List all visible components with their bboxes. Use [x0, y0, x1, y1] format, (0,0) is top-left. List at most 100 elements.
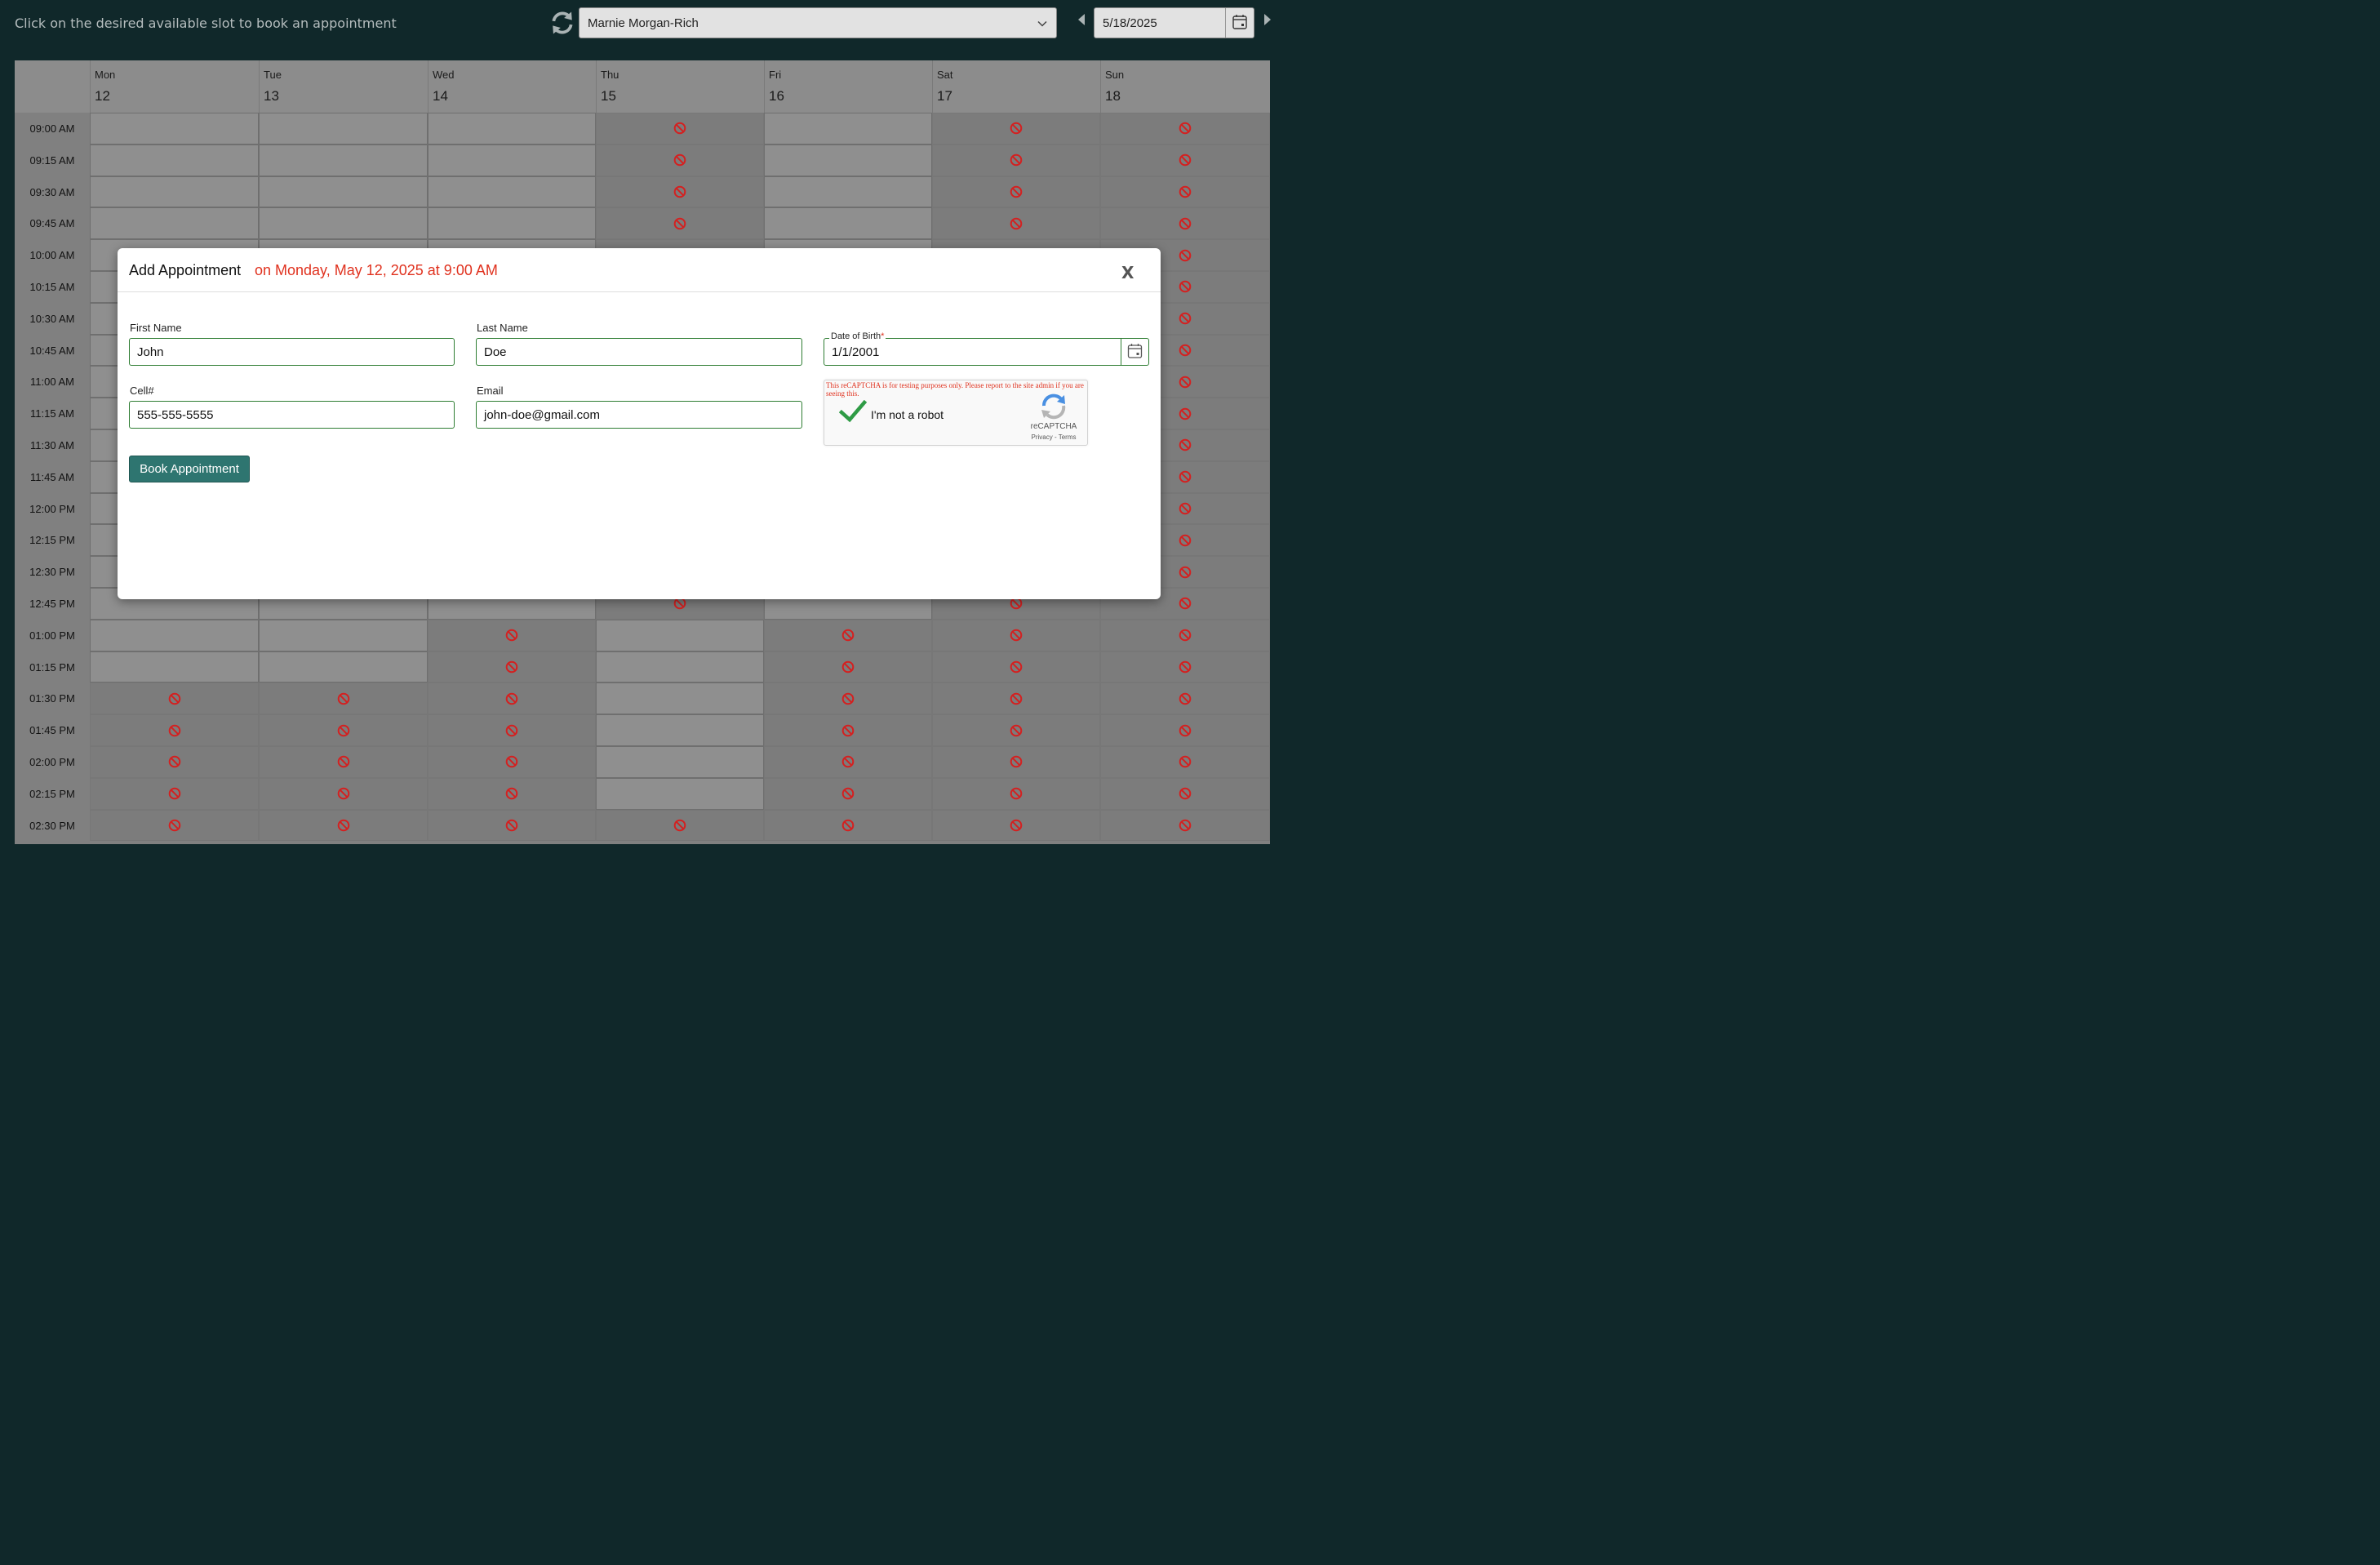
- no-entry-icon: [1010, 629, 1023, 642]
- checkmark-icon[interactable]: [839, 400, 867, 423]
- time-label: 10:15 AM: [29, 281, 75, 293]
- appointment-datetime: on Monday, May 12, 2025 at 9:00 AM: [255, 262, 498, 278]
- available-slot[interactable]: [90, 176, 259, 208]
- day-name: Wed: [433, 69, 455, 81]
- email-label: Email: [477, 385, 504, 397]
- no-entry-icon: [168, 724, 180, 736]
- unavailable-slot: [1100, 176, 1270, 208]
- available-slot[interactable]: [596, 746, 764, 778]
- no-entry-icon: [1179, 629, 1192, 642]
- available-slot[interactable]: [764, 207, 932, 240]
- available-slot[interactable]: [90, 651, 259, 683]
- recaptcha-privacy-terms-links[interactable]: Privacy - Terms: [1019, 433, 1089, 441]
- available-slot[interactable]: [259, 619, 428, 651]
- unavailable-slot: [932, 714, 1100, 746]
- first-name-label: First Name: [130, 322, 182, 334]
- available-slot[interactable]: [596, 682, 764, 715]
- unavailable-slot: [764, 746, 932, 778]
- no-entry-icon: [505, 724, 518, 736]
- time-label: 10:30 AM: [29, 312, 75, 325]
- no-entry-icon: [337, 724, 349, 736]
- available-slot[interactable]: [428, 144, 596, 176]
- unavailable-slot: [428, 714, 596, 746]
- available-slot[interactable]: [259, 144, 428, 176]
- email-input[interactable]: john-doe@gmail.com: [476, 401, 802, 429]
- day-header-wed: Wed 14: [428, 60, 596, 113]
- available-slot[interactable]: [596, 714, 764, 746]
- no-entry-icon: [1179, 344, 1192, 357]
- available-slot[interactable]: [428, 113, 596, 144]
- unavailable-slot: [428, 809, 596, 842]
- unavailable-slot: [259, 777, 428, 810]
- time-label: 11:45 AM: [30, 470, 74, 483]
- no-entry-icon: [673, 153, 686, 167]
- date-of-birth-input[interactable]: 1/1/2001: [824, 338, 1149, 366]
- available-slot[interactable]: [596, 777, 764, 810]
- available-slot[interactable]: [259, 176, 428, 208]
- time-label: 09:30 AM: [29, 185, 75, 198]
- available-slot[interactable]: [90, 207, 259, 240]
- previous-week-arrow-icon[interactable]: [1076, 12, 1087, 27]
- provider-select[interactable]: Marnie Morgan-Rich: [579, 7, 1057, 38]
- no-entry-icon: [841, 692, 855, 705]
- available-slot[interactable]: [596, 619, 764, 651]
- date-value: 5/18/2025: [1103, 16, 1157, 30]
- available-slot[interactable]: [764, 113, 932, 144]
- unavailable-slot: [428, 619, 596, 651]
- available-slot[interactable]: [259, 207, 428, 240]
- unavailable-slot: [932, 651, 1100, 683]
- no-entry-icon: [1010, 692, 1023, 705]
- no-entry-icon: [841, 819, 855, 832]
- recaptcha-label: I'm not a robot: [871, 408, 944, 421]
- available-slot[interactable]: [764, 144, 932, 176]
- first-name-input[interactable]: John: [129, 338, 455, 366]
- refresh-icon[interactable]: [548, 9, 576, 37]
- no-entry-icon: [1010, 122, 1023, 135]
- no-entry-icon: [1179, 660, 1192, 674]
- no-entry-icon: [1179, 249, 1192, 261]
- no-entry-icon: [168, 756, 180, 768]
- close-button[interactable]: X: [1121, 263, 1134, 282]
- no-entry-icon: [1179, 598, 1192, 610]
- date-picker-button[interactable]: [1225, 8, 1254, 38]
- time-label: 01:30 PM: [29, 692, 75, 705]
- unavailable-slot: [932, 207, 1100, 240]
- last-name-input[interactable]: Doe: [476, 338, 802, 366]
- unavailable-slot: [932, 113, 1100, 144]
- no-entry-icon: [1179, 566, 1192, 578]
- book-appointment-button[interactable]: Book Appointment: [129, 456, 250, 482]
- grid-corner: [15, 60, 90, 113]
- no-entry-icon: [1010, 756, 1023, 768]
- dob-calendar-button[interactable]: [1121, 339, 1148, 365]
- email-value: john-doe@gmail.com: [484, 408, 600, 422]
- available-slot[interactable]: [90, 144, 259, 176]
- available-slot[interactable]: [90, 113, 259, 144]
- unavailable-slot: [428, 682, 596, 715]
- recaptcha-brand: reCAPTCHA: [1030, 422, 1077, 431]
- next-week-arrow-icon[interactable]: [1262, 12, 1273, 27]
- unavailable-slot: [1100, 809, 1270, 842]
- date-of-birth-label-text: Date of Birth: [831, 331, 881, 341]
- time-label: 10:00 AM: [29, 249, 75, 262]
- no-entry-icon: [337, 787, 349, 800]
- available-slot[interactable]: [428, 207, 596, 240]
- date-picker-input[interactable]: 5/18/2025: [1094, 7, 1254, 38]
- calendar-icon: [1127, 344, 1143, 358]
- available-slot[interactable]: [90, 619, 259, 651]
- no-entry-icon: [505, 629, 518, 642]
- available-slot[interactable]: [596, 651, 764, 683]
- unavailable-slot: [932, 619, 1100, 651]
- no-entry-icon: [505, 692, 518, 705]
- no-entry-icon: [1179, 376, 1192, 389]
- no-entry-icon: [505, 819, 518, 832]
- unavailable-slot: [764, 714, 932, 746]
- no-entry-icon: [841, 629, 855, 642]
- cell-input[interactable]: 555-555-5555: [129, 401, 455, 429]
- no-entry-icon: [673, 185, 686, 198]
- available-slot[interactable]: [764, 176, 932, 208]
- day-name: Fri: [769, 69, 782, 81]
- available-slot[interactable]: [428, 176, 596, 208]
- available-slot[interactable]: [259, 651, 428, 683]
- chevron-down-icon: [1037, 20, 1047, 27]
- available-slot[interactable]: [259, 113, 428, 144]
